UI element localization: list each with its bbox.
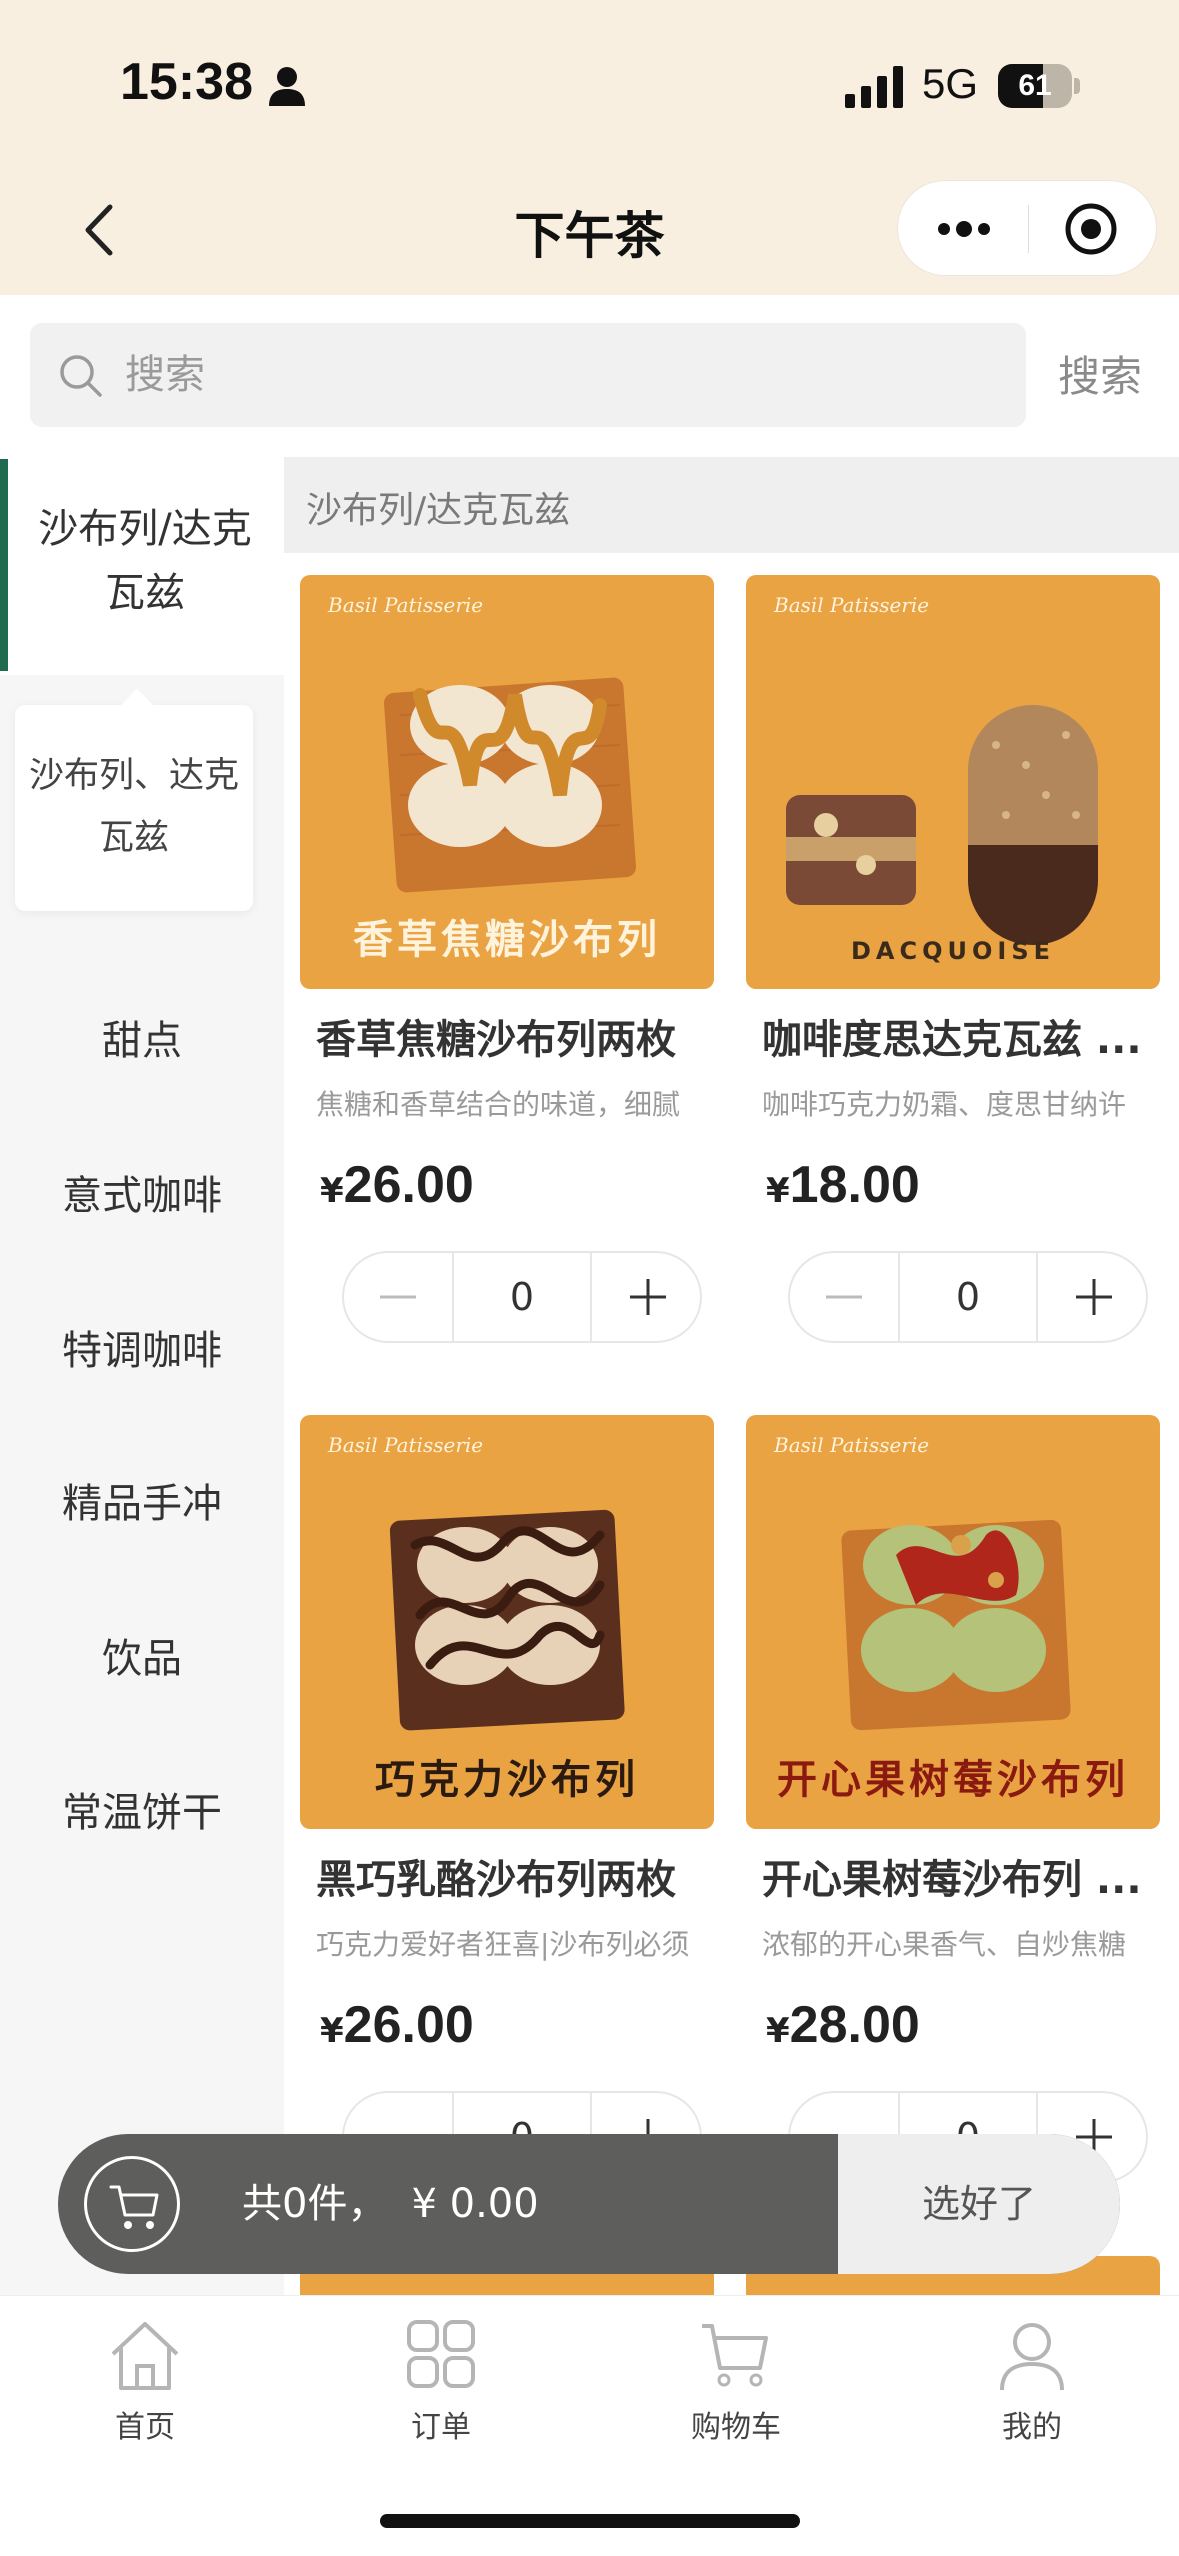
product-name[interactable]: 香草焦糖沙布列两枚 [316, 1007, 716, 1065]
product-price: ¥18.00 [766, 1156, 920, 1214]
cart-summary: 共0件， ¥ 0.00 [242, 2134, 563, 2274]
tab-profile[interactable]: 我的 [932, 2318, 1132, 2446]
checkout-button[interactable]: 选好了 [838, 2134, 1120, 2274]
tab-label: 购物车 [691, 2410, 781, 2445]
home-indicator [380, 2514, 800, 2528]
battery-icon: 61 [998, 64, 1080, 108]
product-image[interactable]: Basil Patisserie 巧克力沙布列 [300, 1415, 714, 1829]
search-button[interactable]: 搜索 [1058, 343, 1142, 404]
sidebar-item-active[interactable]: 沙布列/达克瓦兹 [0, 455, 284, 675]
network-label: 5G [922, 60, 979, 107]
cart-total: ¥ 0.00 [411, 2181, 539, 2227]
sidebar-item-pour-over[interactable]: 精品手冲 [0, 1428, 284, 1580]
close-target-icon[interactable] [1063, 201, 1119, 257]
cart-button[interactable] [84, 2156, 180, 2252]
plus-icon [1076, 1279, 1112, 1315]
cart-count: 共0件， [242, 2181, 388, 2227]
quantity-stepper: 0 [342, 1251, 702, 1343]
product-description: 焦糖和香草结合的味道，细腻 [316, 1088, 681, 1121]
search-input[interactable] [125, 347, 1005, 403]
category-header: 沙布列/达克瓦兹 [284, 457, 1179, 553]
quantity-stepper: 0 [788, 1251, 1148, 1343]
category-sidebar: 沙布列/达克瓦兹 沙布列、达克瓦兹 甜点 意式咖啡 特调咖啡 精品手冲 饮品 常… [0, 455, 284, 2295]
tab-label: 首页 [115, 2410, 175, 2445]
grid-icon [407, 2320, 475, 2388]
product-price: ¥28.00 [766, 1996, 920, 2054]
product-name[interactable]: 开心果树莓沙布列 ... [762, 1847, 1162, 1905]
sidebar-item-label: 沙布列/达克瓦兹 [38, 506, 252, 616]
product-image-caption: 巧克力沙布列 [375, 1757, 639, 1803]
status-time: 15:38 [120, 53, 253, 111]
sidebar-item-espresso[interactable]: 意式咖啡 [0, 1120, 284, 1272]
quantity-value[interactable]: 0 [452, 1253, 592, 1341]
product-description: 咖啡巧克力奶霜、度思甘纳许 [762, 1088, 1127, 1121]
product-list: 沙布列/达克瓦兹 Basil Patisserie 香草焦糖沙布列 香草焦糖沙布… [284, 455, 1179, 2295]
product-image-caption: 开心果树莓沙布列 [777, 1757, 1129, 1803]
subcategory-label: 沙布列、达克瓦兹 [28, 756, 239, 858]
active-indicator [0, 459, 8, 671]
more-icon[interactable] [934, 203, 994, 255]
product-image[interactable]: Basil Patisserie 开心果树莓沙布列 [746, 1415, 1160, 1829]
home-icon [111, 2322, 179, 2390]
quantity-value[interactable]: 0 [898, 1253, 1038, 1341]
user-icon [1000, 2323, 1064, 2391]
sidebar-item-specialty-coffee[interactable]: 特调咖啡 [0, 1275, 284, 1427]
mini-program-capsule [897, 180, 1157, 276]
increase-button[interactable] [1040, 1253, 1148, 1341]
search-row: 搜索 [0, 295, 1179, 455]
cart-icon [702, 2324, 768, 2387]
battery-level: 61 [1018, 69, 1052, 102]
product-image-caption: 香草焦糖沙布列 [353, 917, 661, 963]
tab-orders[interactable]: 订单 [341, 2318, 541, 2446]
tab-home[interactable]: 首页 [45, 2318, 245, 2446]
product-name[interactable]: 黑巧乳酪沙布列两枚 [316, 1847, 716, 1905]
sidebar-item-dessert[interactable]: 甜点 [0, 965, 284, 1117]
subcategory-popup[interactable]: 沙布列、达克瓦兹 [15, 689, 253, 911]
cart-bar[interactable]: 共0件， ¥ 0.00 选好了 [58, 2134, 1120, 2274]
product-image-caption: DACQUOISE [850, 937, 1055, 965]
product-description: 巧克力爱好者狂喜|沙布列必须 [316, 1928, 690, 1961]
decrease-button[interactable] [344, 1253, 452, 1341]
search-box [30, 323, 1026, 427]
top-header: 15:38 5G 61 下午茶 [0, 0, 1179, 295]
minus-icon [380, 1295, 416, 1299]
tab-label: 我的 [1002, 2410, 1062, 2445]
status-bar: 15:38 5G 61 [0, 0, 1179, 170]
category-header-label: 沙布列/达克瓦兹 [306, 490, 571, 531]
increase-button[interactable] [594, 1253, 702, 1341]
minus-icon [826, 1295, 862, 1299]
cart-icon [109, 2185, 159, 2229]
plus-icon [630, 1279, 666, 1315]
product-name[interactable]: 咖啡度思达克瓦兹 ... [762, 1007, 1162, 1065]
product-price: ¥26.00 [320, 1996, 474, 2054]
product-image[interactable]: Basil Patisserie DACQUOISE [746, 575, 1160, 989]
product-description: 浓郁的开心果香气、自炒焦糖 [762, 1928, 1127, 1961]
product-price: ¥26.00 [320, 1156, 474, 1214]
person-icon [269, 67, 305, 106]
decrease-button[interactable] [790, 1253, 898, 1341]
sidebar-item-biscuits[interactable]: 常温饼干 [0, 1737, 284, 1889]
tab-label: 订单 [411, 2410, 471, 2445]
product-image[interactable]: Basil Patisserie 香草焦糖沙布列 [300, 575, 714, 989]
tab-cart[interactable]: 购物车 [636, 2318, 836, 2446]
sidebar-item-drinks[interactable]: 饮品 [0, 1583, 284, 1735]
search-icon [60, 355, 102, 397]
signal-icon [845, 66, 903, 108]
